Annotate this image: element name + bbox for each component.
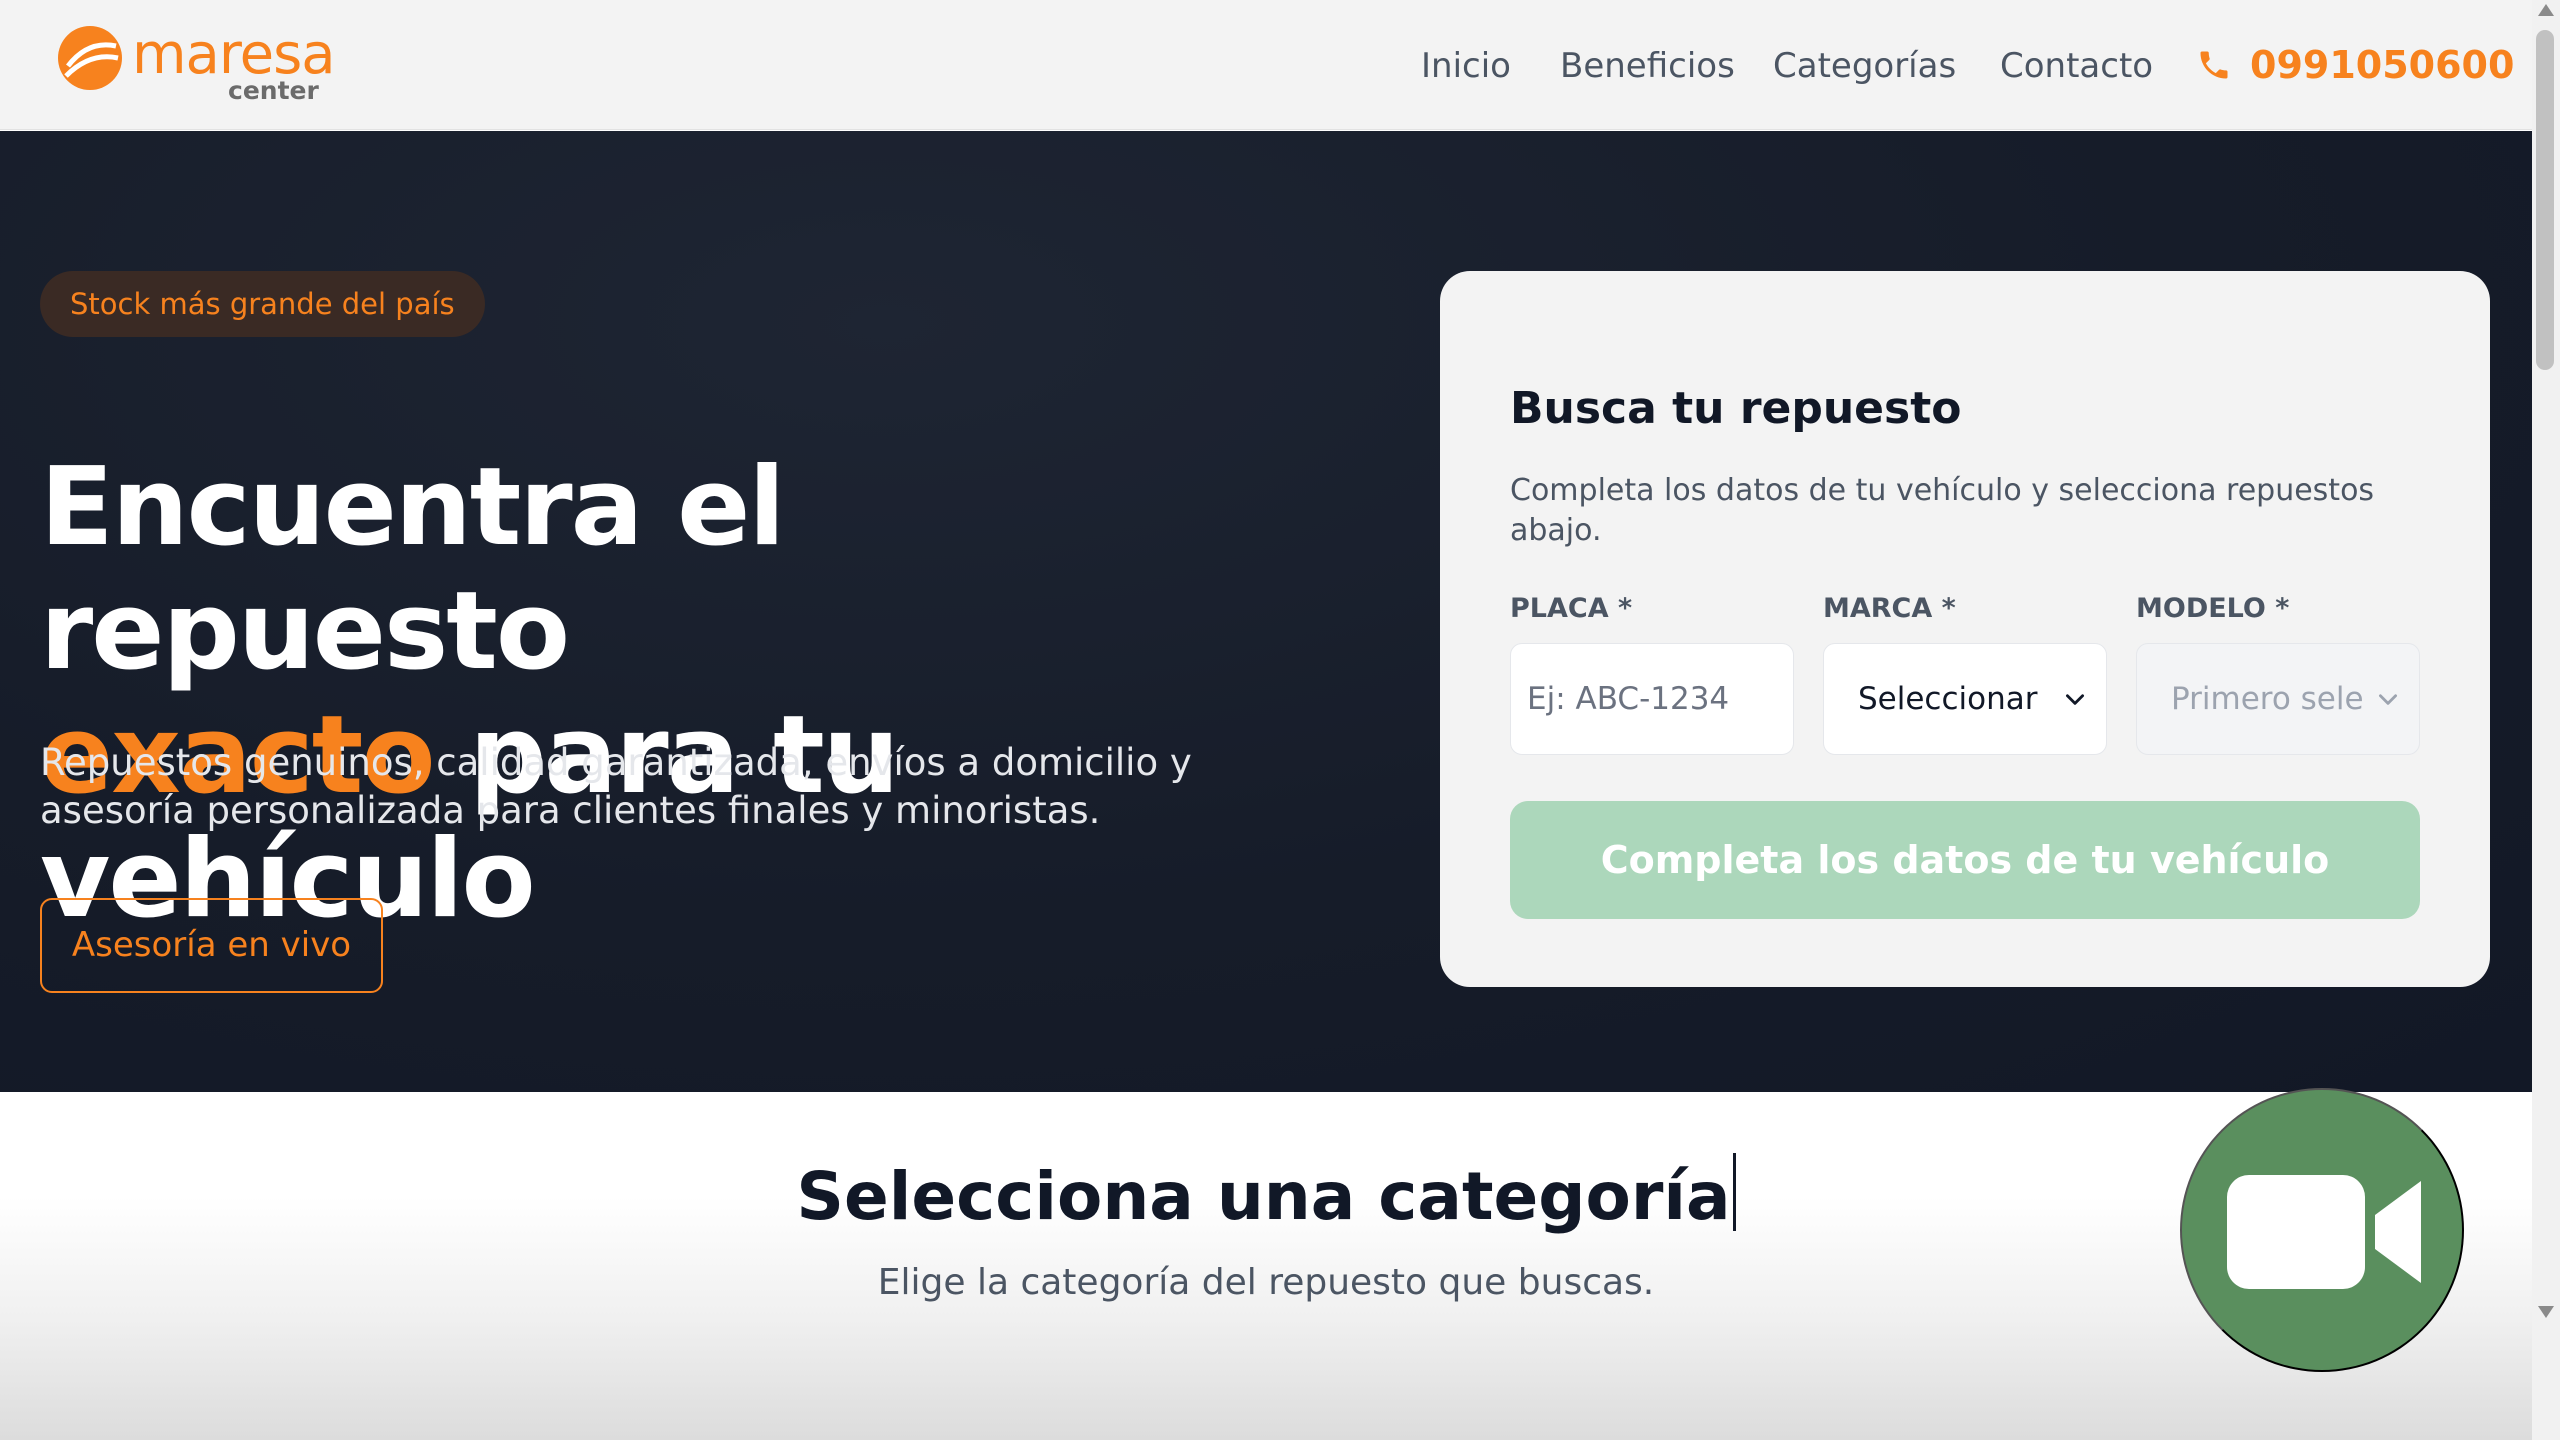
brand-sub: center	[228, 76, 319, 105]
search-card-description: Completa los datos de tu vehículo y sele…	[1510, 473, 2375, 548]
site-header: maresa center Inicio Beneficios Categorí…	[0, 0, 2532, 130]
marca-select[interactable]: Seleccionar	[1823, 643, 2107, 755]
scroll-thumb[interactable]	[2536, 30, 2554, 370]
nav-contacto[interactable]: Contacto	[2000, 42, 2153, 90]
phone-link[interactable]: 0991050600	[2196, 38, 2514, 92]
video-camera-icon	[2227, 1175, 2421, 1289]
marca-label: MARCA *	[1823, 593, 1956, 624]
hero-section: Stock más grande del país Encuentra el r…	[0, 131, 2532, 1092]
stock-badge: Stock más grande del país	[40, 271, 485, 337]
nav-categorias[interactable]: Categorías	[1773, 42, 1956, 90]
search-submit-button[interactable]: Completa los datos de tu vehículo	[1510, 801, 2420, 919]
placa-input[interactable]	[1510, 643, 1794, 755]
placa-label: PLACA *	[1510, 593, 1633, 624]
brand-logo[interactable]: maresa center	[58, 22, 336, 112]
hero-description: Repuestos genuinos, calidad garantizada,…	[40, 741, 1192, 832]
nav-inicio[interactable]: Inicio	[1421, 42, 1511, 90]
modelo-select[interactable]: Primero sele	[2136, 643, 2420, 755]
chevron-down-icon	[2066, 694, 2084, 705]
modelo-select-value: Primero sele	[2171, 681, 2364, 717]
logo-mark-icon	[58, 26, 122, 90]
nav-beneficios[interactable]: Beneficios	[1560, 42, 1735, 90]
marca-select-value: Seleccionar	[1858, 681, 2038, 717]
hero-title-line1: Encuentra el repuesto	[40, 445, 785, 694]
phone-number: 0991050600	[2250, 43, 2515, 87]
categories-section: Selecciona una categoría Elige la catego…	[0, 1093, 2532, 1440]
scroll-down-arrow-icon[interactable]	[2538, 1306, 2554, 1318]
search-card-title: Busca tu repuesto	[1510, 383, 1962, 434]
chevron-down-icon	[2379, 694, 2397, 705]
live-advice-button[interactable]: Asesoría en vivo	[40, 898, 383, 993]
page-scrollbar[interactable]	[2532, 0, 2560, 1440]
categories-title-text: Selecciona una categoría	[796, 1158, 1731, 1235]
modelo-label: MODELO *	[2136, 593, 2290, 624]
categories-subtitle: Elige la categoría del repuesto que busc…	[877, 1262, 1655, 1303]
categories-title: Selecciona una categoría	[0, 1153, 2532, 1237]
text-cursor	[1732, 1153, 1736, 1231]
hero-title: Encuentra el repuesto exacto para tu veh…	[40, 446, 1340, 942]
phone-icon	[2200, 51, 2228, 79]
video-call-button[interactable]	[2180, 1088, 2464, 1372]
scroll-up-arrow-icon[interactable]	[2538, 4, 2554, 16]
search-card: Busca tu repuesto Completa los datos de …	[1440, 271, 2490, 987]
